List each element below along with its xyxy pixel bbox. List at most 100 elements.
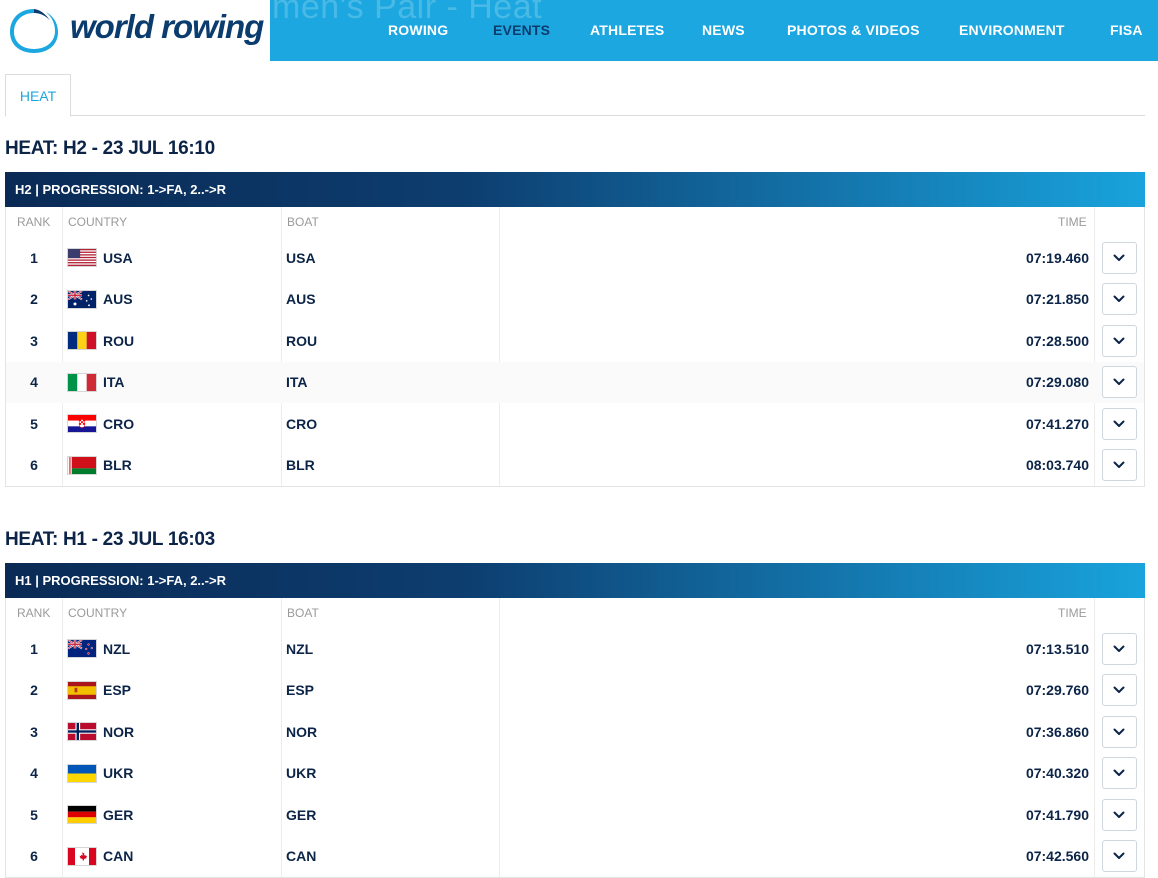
rank-cell: 2 bbox=[30, 291, 38, 308]
boat-cell: ROU bbox=[286, 332, 318, 349]
expand-row-button[interactable] bbox=[1101, 241, 1137, 274]
table-row: 1 USA USA 07:19.460 bbox=[6, 237, 1144, 279]
rank-cell: 4 bbox=[30, 765, 38, 782]
expand-cell bbox=[1101, 794, 1137, 836]
expand-row-button[interactable] bbox=[1101, 324, 1137, 357]
rou-flag-icon bbox=[67, 331, 97, 351]
country-cell: ESP bbox=[67, 670, 277, 712]
progression-bar: H1 | PROGRESSION: 1->FA, 2..->R bbox=[5, 563, 1145, 598]
nav-environment[interactable]: ENVIRONMENT bbox=[959, 22, 1065, 38]
time-cell: 07:40.320 bbox=[1025, 765, 1089, 782]
time-cell: 07:41.790 bbox=[1025, 806, 1089, 823]
nav-news[interactable]: NEWS bbox=[702, 22, 745, 38]
chevron-down-icon bbox=[1113, 769, 1125, 777]
rank-cell: 1 bbox=[30, 640, 38, 657]
expand-row-button[interactable] bbox=[1101, 674, 1137, 707]
table-header: RANK COUNTRY BOAT TIME bbox=[6, 207, 1144, 237]
expand-row-button[interactable] bbox=[1101, 798, 1137, 831]
country-cell: NOR bbox=[67, 711, 277, 753]
main-nav: ROWING EVENTS ATHLETES NEWS PHOTOS & VID… bbox=[0, 22, 1158, 42]
blr-flag-icon bbox=[67, 455, 97, 475]
table-row: 6 BLR BLR 08:03.740 bbox=[6, 445, 1144, 487]
boat-cell: NOR bbox=[286, 723, 318, 740]
country-cell: GER bbox=[67, 794, 277, 836]
boat-cell: AUS bbox=[286, 291, 316, 308]
country-code: CAN bbox=[103, 848, 134, 865]
table-row: 4 ITA ITA 07:29.080 bbox=[6, 361, 1144, 404]
results-table: RANK COUNTRY BOAT TIME 1 NZL NZL 07:13.510 2… bbox=[5, 598, 1145, 878]
chevron-down-icon bbox=[1113, 728, 1125, 736]
country-cell: BLR bbox=[67, 445, 277, 487]
chevron-down-icon bbox=[1113, 337, 1125, 345]
rank-cell: 2 bbox=[30, 682, 38, 699]
rank-cell: 6 bbox=[30, 457, 38, 474]
boat-cell: BLR bbox=[286, 457, 315, 474]
chevron-down-icon bbox=[1113, 254, 1125, 262]
race-section-h2: HEAT: H2 - 23 JUL 16:10 H2 | PROGRESSION… bbox=[5, 137, 1145, 487]
chevron-down-icon bbox=[1113, 811, 1125, 819]
nav-fisa[interactable]: FISA bbox=[1110, 22, 1143, 38]
table-row: 3 NOR NOR 07:36.860 bbox=[6, 711, 1144, 753]
table-body: 1 NZL NZL 07:13.510 2 ESP ESP 07:29.760 3 NOR NOR 0… bbox=[6, 628, 1144, 877]
col-country: COUNTRY bbox=[68, 606, 128, 620]
country-cell: AUS bbox=[67, 279, 277, 321]
expand-cell bbox=[1101, 445, 1137, 487]
table-row: 2 ESP ESP 07:29.760 bbox=[6, 670, 1144, 712]
expand-row-button[interactable] bbox=[1101, 715, 1137, 748]
cro-flag-icon bbox=[67, 414, 97, 434]
nzl-flag-icon bbox=[67, 639, 97, 659]
country-code: CRO bbox=[103, 415, 135, 432]
country-cell: ITA bbox=[67, 362, 277, 404]
table-row: 2 AUS AUS 07:21.850 bbox=[6, 279, 1144, 321]
tab-heat[interactable]: HEAT bbox=[5, 74, 71, 117]
boat-cell: USA bbox=[286, 249, 316, 266]
race-title: HEAT: H2 - 23 JUL 16:10 bbox=[5, 138, 215, 159]
nor-flag-icon bbox=[67, 722, 97, 742]
ukr-flag-icon bbox=[67, 763, 97, 783]
country-code: NZL bbox=[103, 640, 131, 657]
nav-photos-videos[interactable]: PHOTOS & VIDEOS bbox=[787, 22, 920, 38]
expand-row-button[interactable] bbox=[1101, 283, 1137, 316]
rank-cell: 3 bbox=[30, 723, 38, 740]
time-cell: 08:03.740 bbox=[1025, 457, 1089, 474]
boat-cell: ESP bbox=[286, 682, 315, 699]
expand-cell bbox=[1101, 711, 1137, 753]
nav-events[interactable]: EVENTS bbox=[493, 22, 550, 38]
rank-cell: 3 bbox=[30, 332, 38, 349]
boat-cell: NZL bbox=[286, 640, 314, 657]
nav-athletes[interactable]: ATHLETES bbox=[590, 22, 664, 38]
table-row: 3 ROU ROU 07:28.500 bbox=[6, 320, 1144, 362]
chevron-down-icon bbox=[1113, 852, 1125, 860]
table-row: 5 GER GER 07:41.790 bbox=[6, 794, 1144, 836]
expand-row-button[interactable] bbox=[1101, 366, 1137, 399]
country-code: AUS bbox=[103, 291, 133, 308]
ita-flag-icon bbox=[67, 372, 97, 392]
chevron-down-icon bbox=[1113, 461, 1125, 469]
table-row: 6 CAN CAN 07:42.560 bbox=[6, 836, 1144, 878]
col-boat: BOAT bbox=[287, 606, 319, 620]
col-time: TIME bbox=[1058, 606, 1087, 620]
aus-flag-icon bbox=[67, 289, 97, 309]
table-header: RANK COUNTRY BOAT TIME bbox=[6, 598, 1144, 628]
col-rank: RANK bbox=[17, 606, 51, 620]
expand-cell bbox=[1101, 670, 1137, 712]
expand-row-button[interactable] bbox=[1101, 632, 1137, 665]
tab-bar: HEAT bbox=[5, 74, 1145, 117]
expand-row-button[interactable] bbox=[1101, 407, 1137, 440]
expand-cell bbox=[1101, 403, 1137, 445]
expand-row-button[interactable] bbox=[1101, 840, 1137, 873]
usa-flag-icon bbox=[67, 248, 97, 268]
chevron-down-icon bbox=[1113, 686, 1125, 694]
expand-row-button[interactable] bbox=[1101, 757, 1137, 790]
expand-row-button[interactable] bbox=[1101, 449, 1137, 482]
country-code: USA bbox=[103, 249, 133, 266]
ger-flag-icon bbox=[67, 805, 97, 825]
time-cell: 07:42.560 bbox=[1025, 848, 1089, 865]
nav-rowing[interactable]: ROWING bbox=[388, 22, 448, 38]
country-code: UKR bbox=[103, 765, 134, 782]
rank-cell: 4 bbox=[30, 374, 38, 391]
country-code: ESP bbox=[103, 682, 132, 699]
table-body: 1 USA USA 07:19.460 2 AUS AUS 07:21.850 3 ROU ROU 0… bbox=[6, 237, 1144, 486]
boat-cell: ITA bbox=[286, 374, 308, 391]
country-code: ITA bbox=[103, 374, 125, 391]
